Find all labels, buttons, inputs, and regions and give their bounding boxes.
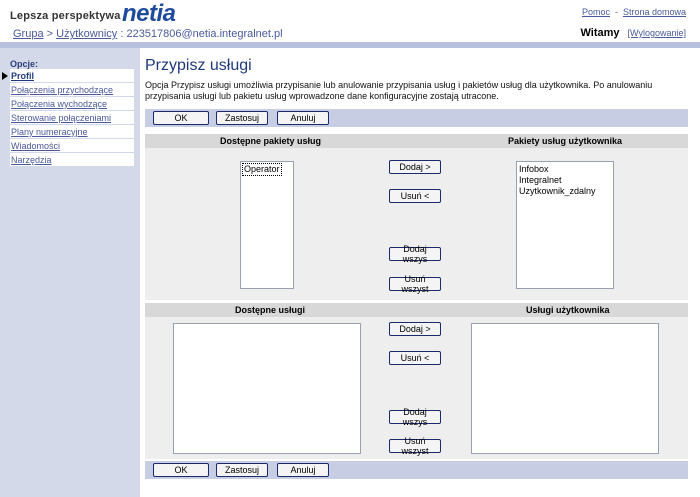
sidebar-item-incoming-calls[interactable]: Połączenia przychodzące bbox=[10, 83, 134, 97]
breadcrumb-users[interactable]: Użytkownicy bbox=[56, 28, 117, 40]
page-description: Opcja Przypisz usługi umożliwia przypisa… bbox=[145, 80, 653, 101]
list-item-label: Operator bbox=[242, 163, 282, 176]
user-packages-list[interactable]: Infobox Integralnet Uzytkownik_zdalny bbox=[516, 161, 614, 289]
sidebar-item-profil[interactable]: Profil bbox=[2, 69, 134, 83]
ok-button-bottom[interactable]: OK bbox=[153, 463, 209, 477]
help-link[interactable]: Pomoc bbox=[582, 7, 610, 17]
sidebar-item-messages[interactable]: Wiadomości bbox=[10, 139, 134, 153]
add-service-button[interactable]: Dodaj > bbox=[389, 322, 441, 336]
link-separator: - bbox=[614, 7, 618, 17]
sidebar-item-label[interactable]: Sterowanie połączeniami bbox=[11, 113, 111, 123]
welcome-area: Witamy [Wylogowanie] bbox=[581, 27, 686, 39]
top-links: Pomoc - Strona domowa bbox=[582, 7, 686, 17]
list-item[interactable]: Integralnet bbox=[519, 175, 611, 186]
user-services-heading: Usługi użytkownika bbox=[526, 305, 610, 315]
sidebar-item-label[interactable]: Połączenia przychodzące bbox=[11, 85, 113, 95]
user-services-list[interactable] bbox=[471, 323, 659, 454]
packages-header: Dostępne pakiety usług Pakiety usług uży… bbox=[145, 134, 688, 148]
sidebar-item-label[interactable]: Plany numeracyjne bbox=[11, 127, 88, 137]
list-item[interactable]: Operator bbox=[242, 163, 291, 176]
sidebar-item-dial-plans[interactable]: Plany numeracyjne bbox=[10, 125, 134, 139]
remove-service-button[interactable]: Usuń < bbox=[389, 351, 441, 365]
sidebar-item-call-control[interactable]: Sterowanie połączeniami bbox=[10, 111, 134, 125]
available-packages-heading: Dostępne pakiety usług bbox=[220, 136, 322, 146]
sidebar-item-label[interactable]: Narzędzia bbox=[11, 155, 52, 165]
breadcrumb-group[interactable]: Grupa bbox=[13, 28, 44, 40]
breadcrumb-separator: > bbox=[46, 28, 54, 40]
user-packages-heading: Pakiety usług użytkownika bbox=[508, 136, 623, 146]
sidebar-item-label[interactable]: Profil bbox=[11, 71, 34, 81]
available-services-list[interactable] bbox=[173, 323, 361, 454]
sidebar-heading: Opcje: bbox=[10, 59, 39, 69]
apply-button-bottom[interactable]: Zastosuj bbox=[216, 463, 268, 477]
available-packages-list[interactable]: Operator bbox=[240, 161, 294, 289]
logout-link[interactable]: [Wylogowanie] bbox=[628, 28, 686, 38]
active-arrow-icon bbox=[2, 72, 8, 80]
sidebar-item-tools[interactable]: Narzędzia bbox=[10, 153, 134, 167]
available-services-heading: Dostępne usługi bbox=[235, 305, 306, 315]
remove-all-packages-button[interactable]: Usuń wszyst bbox=[389, 274, 441, 294]
ok-button[interactable]: OK bbox=[153, 111, 209, 125]
services-header: Dostępne usługi Usługi użytkownika bbox=[145, 303, 688, 317]
tagline: Lepsza perspektywa bbox=[10, 10, 121, 22]
page-title: Przypisz usługi bbox=[145, 57, 252, 74]
add-all-services-button[interactable]: Dodaj wszys bbox=[389, 407, 441, 427]
remove-package-button[interactable]: Usuń < bbox=[389, 189, 441, 203]
add-package-button[interactable]: Dodaj > bbox=[389, 160, 441, 174]
breadcrumb-account: 223517806@netia.integralnet.pl bbox=[126, 28, 283, 40]
breadcrumb-colon: : bbox=[120, 28, 124, 40]
sidebar-item-outgoing-calls[interactable]: Połączenia wychodzące bbox=[10, 97, 134, 111]
list-item[interactable]: Infobox bbox=[519, 164, 611, 175]
list-item[interactable]: Uzytkownik_zdalny bbox=[519, 186, 611, 197]
breadcrumb: Grupa > Użytkownicy : 223517806@netia.in… bbox=[13, 28, 283, 40]
sidebar-item-label[interactable]: Wiadomości bbox=[11, 141, 60, 151]
cancel-button[interactable]: Anuluj bbox=[277, 111, 329, 125]
apply-button[interactable]: Zastosuj bbox=[216, 111, 268, 125]
homepage-link[interactable]: Strona domowa bbox=[623, 7, 686, 17]
add-all-packages-button[interactable]: Dodaj wszys bbox=[389, 244, 441, 264]
sidebar-item-label[interactable]: Połączenia wychodzące bbox=[11, 99, 107, 109]
sidebar-menu: Profil Połączenia przychodzące Połączeni… bbox=[2, 69, 134, 167]
cancel-button-bottom[interactable]: Anuluj bbox=[277, 463, 329, 477]
welcome-text: Witamy bbox=[580, 27, 620, 39]
remove-all-services-button[interactable]: Usuń wszyst bbox=[389, 436, 441, 456]
netia-logo: netia bbox=[122, 0, 176, 27]
